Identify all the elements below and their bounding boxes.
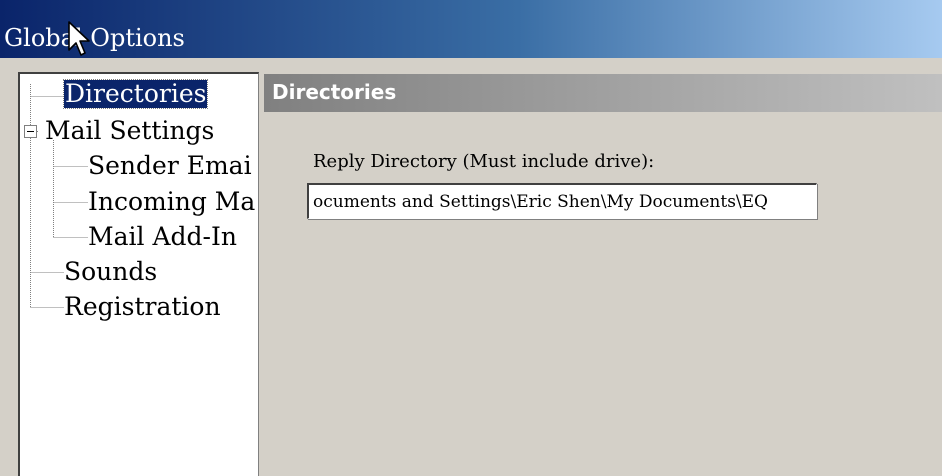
tree-item-sender-email[interactable]: Sender Emai [88, 152, 252, 180]
title-bar[interactable]: Global Options [0, 0, 942, 58]
panel-header: Directories [264, 74, 942, 112]
panel-header-title: Directories [272, 80, 397, 104]
reply-directory-input[interactable] [307, 183, 817, 219]
window-title: Global Options [4, 24, 185, 52]
mouse-cursor-icon [68, 21, 90, 56]
options-tree[interactable]: Directories Mail Settings Sender Emai In… [18, 72, 259, 476]
tree-item-mail-add-in[interactable]: Mail Add-In [88, 223, 237, 251]
collapse-minus-icon[interactable] [24, 125, 38, 139]
global-options-window: Global Options Directories Mail Settings… [0, 0, 942, 476]
reply-directory-label: Reply Directory (Must include drive): [313, 151, 655, 172]
tree-item-mail-settings[interactable]: Mail Settings [45, 117, 214, 145]
tree-item-sounds[interactable]: Sounds [64, 258, 157, 286]
tree-item-incoming-mail[interactable]: Incoming Ma [88, 188, 255, 216]
tree-item-registration[interactable]: Registration [64, 293, 221, 321]
tree-item-directories[interactable]: Directories [62, 79, 209, 109]
